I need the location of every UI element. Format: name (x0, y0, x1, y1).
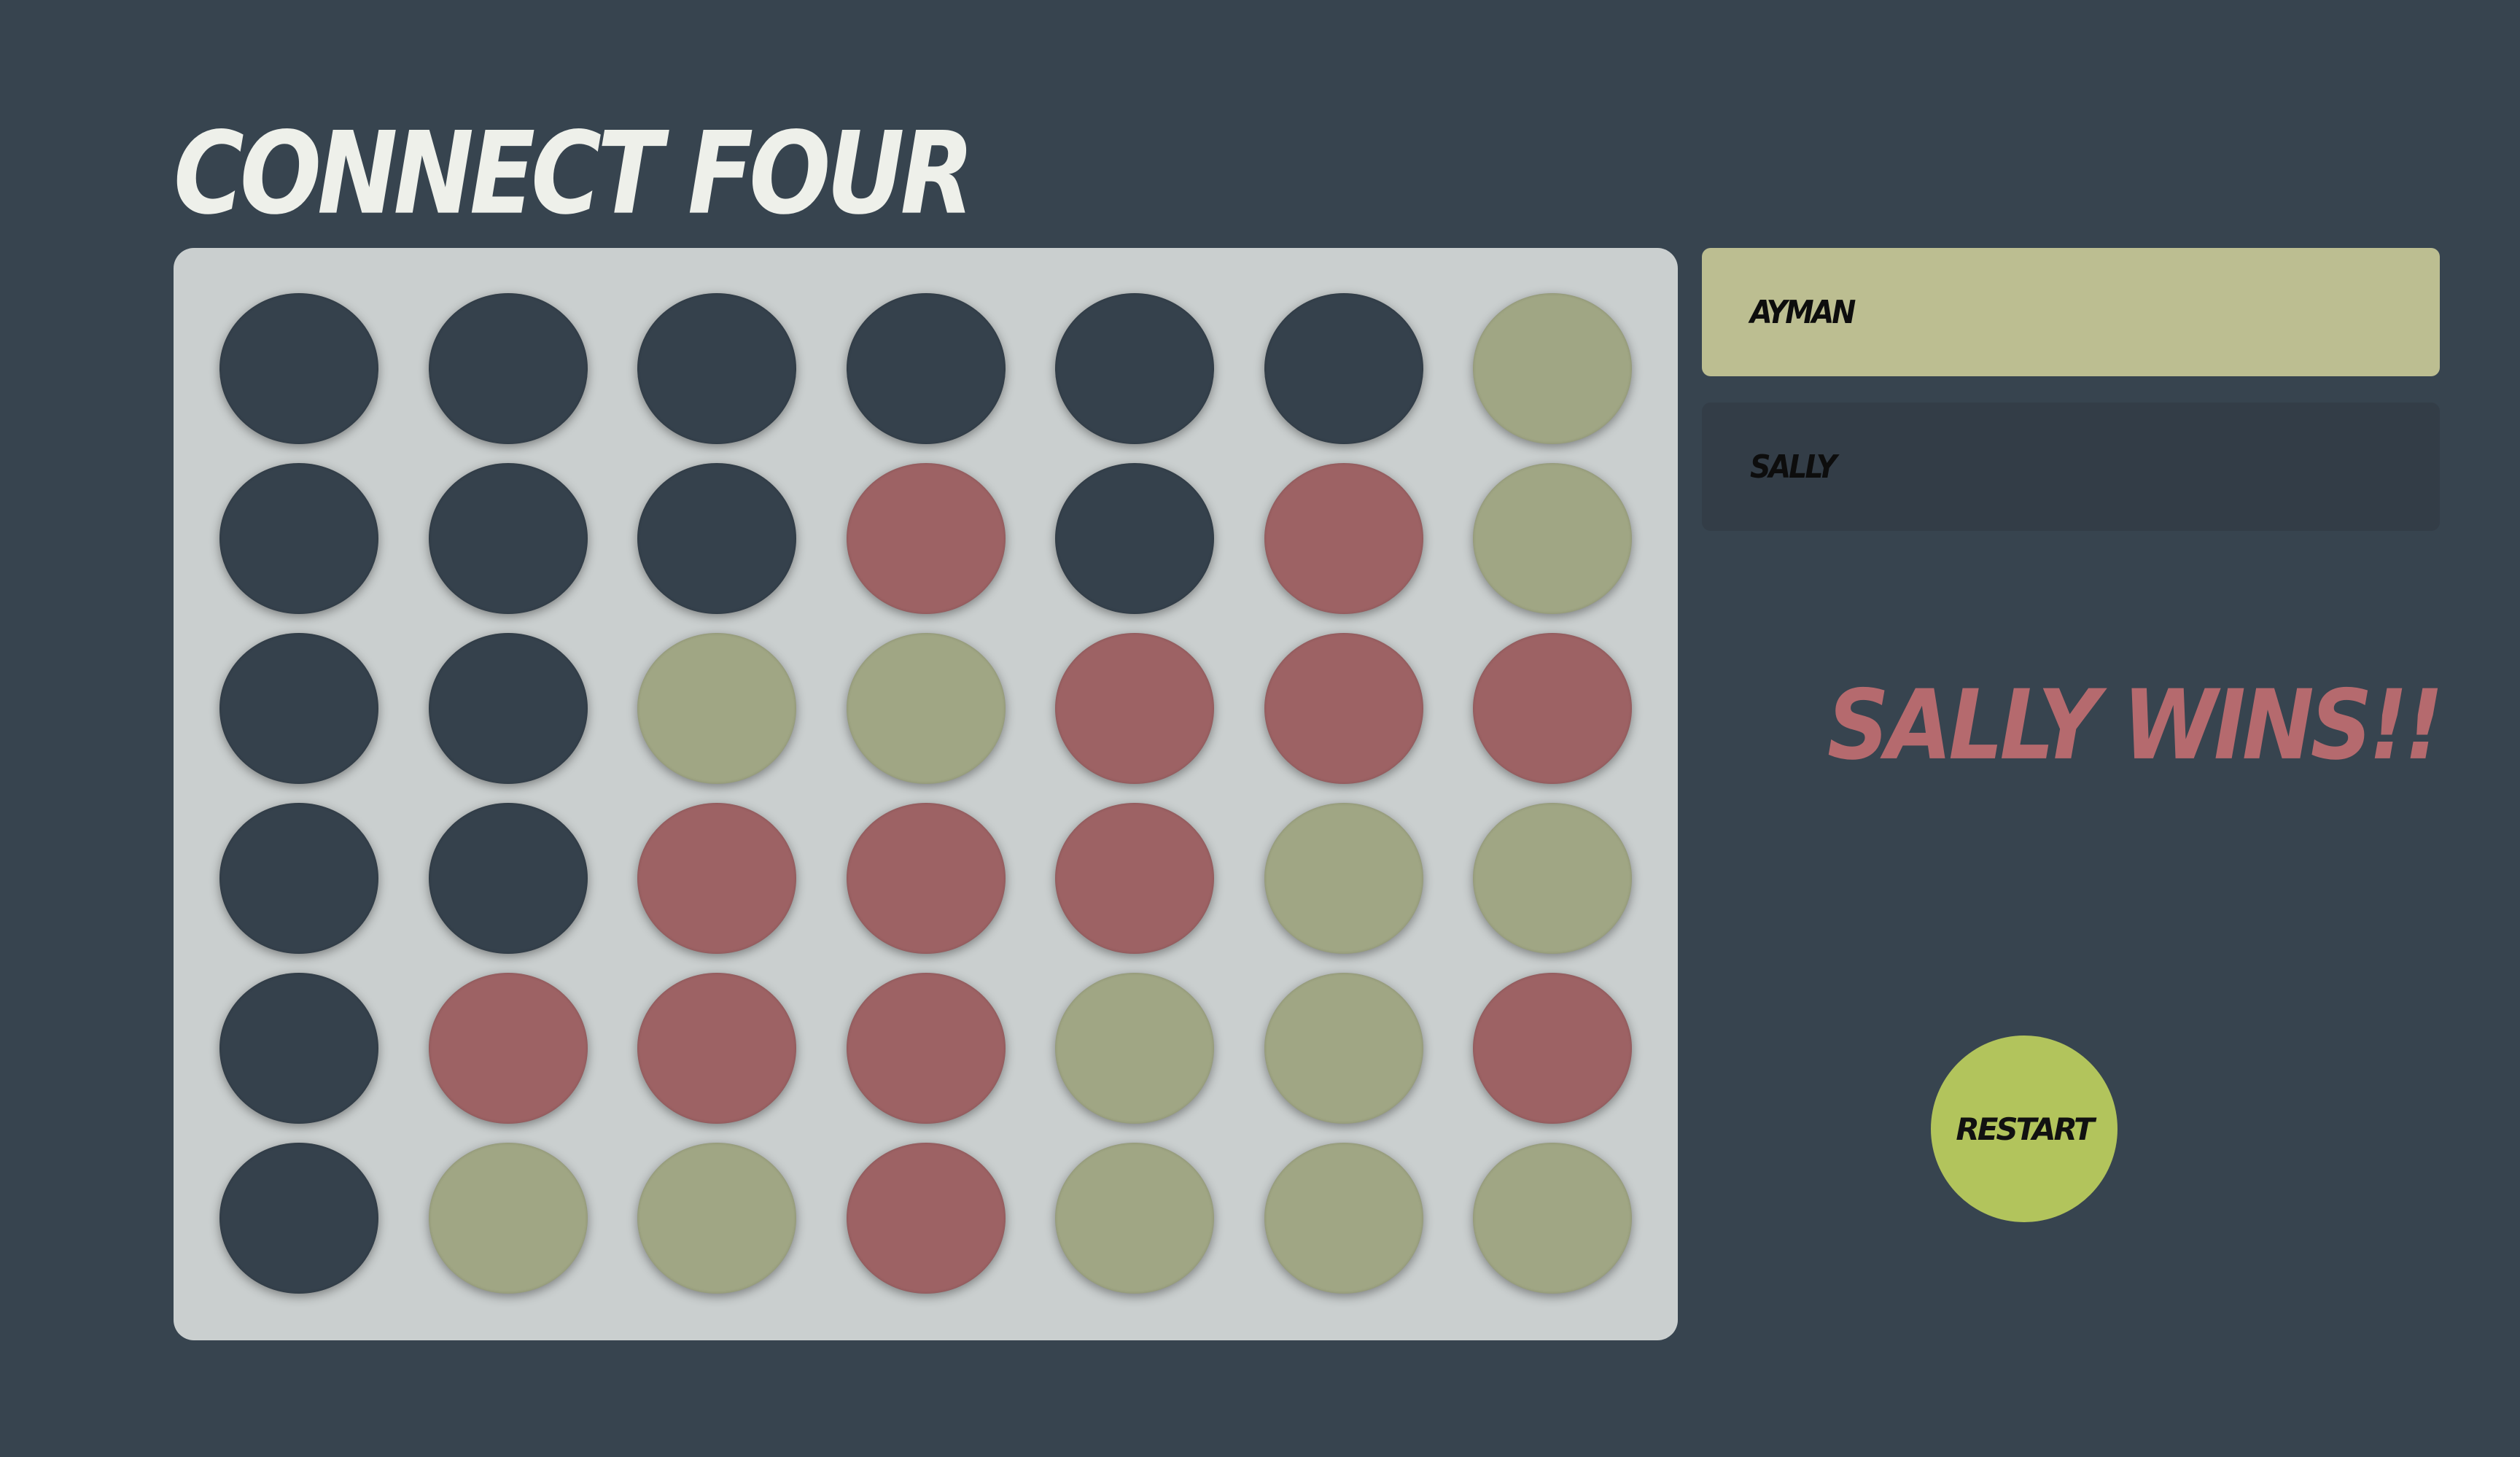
board-slot-olive[interactable] (1264, 803, 1423, 954)
board-slot-red[interactable] (846, 1143, 1006, 1294)
board-slot-olive[interactable] (1264, 1143, 1423, 1294)
board-slot-red[interactable] (1473, 973, 1632, 1124)
board-slot-olive[interactable] (846, 633, 1006, 784)
board-slot-empty[interactable] (637, 293, 796, 444)
restart-button[interactable]: RESTART (1931, 1036, 2118, 1222)
board-slot-olive[interactable] (637, 633, 796, 784)
board-slot-empty[interactable] (1055, 463, 1214, 614)
board-slot-empty[interactable] (219, 803, 378, 954)
board-slot-empty[interactable] (637, 463, 796, 614)
board-slot-empty[interactable] (428, 463, 588, 614)
board-slot-olive[interactable] (1473, 803, 1632, 954)
board-slot-empty[interactable] (219, 463, 378, 614)
board-slot-empty[interactable] (428, 293, 588, 444)
board-slot-olive[interactable] (1473, 463, 1632, 614)
board-slot-olive[interactable] (1473, 293, 1632, 444)
board-slot-empty[interactable] (1055, 293, 1214, 444)
board-slot-olive[interactable] (1264, 973, 1423, 1124)
board-slot-red[interactable] (1055, 633, 1214, 784)
board-slot-empty[interactable] (219, 1143, 378, 1294)
board-slot-red[interactable] (1055, 803, 1214, 954)
board-slot-empty[interactable] (219, 973, 378, 1124)
board-slot-red[interactable] (846, 973, 1006, 1124)
board-slot-red[interactable] (1264, 633, 1423, 784)
page-title: CONNECT FOUR (174, 107, 974, 241)
board-slot-red[interactable] (1264, 463, 1423, 614)
board-slot-empty[interactable] (219, 293, 378, 444)
game-board[interactable] (174, 248, 1678, 1340)
board-slot-red[interactable] (428, 973, 588, 1124)
board-slot-empty[interactable] (846, 293, 1006, 444)
board-slot-olive[interactable] (1055, 1143, 1214, 1294)
board-slot-red[interactable] (637, 803, 796, 954)
player-card-sally: SALLY (1702, 403, 2440, 531)
board-slot-empty[interactable] (219, 633, 378, 784)
player-card-ayman: AYMAN (1702, 248, 2440, 376)
board-slot-red[interactable] (846, 463, 1006, 614)
board-slot-red[interactable] (1473, 633, 1632, 784)
board-slot-red[interactable] (846, 803, 1006, 954)
win-message: SALLY WINS!! (1827, 668, 2443, 782)
player-name: AYMAN (1750, 293, 1856, 331)
board-slot-empty[interactable] (1264, 293, 1423, 444)
board-slot-olive[interactable] (1055, 973, 1214, 1124)
board-slot-olive[interactable] (428, 1143, 588, 1294)
board-slot-olive[interactable] (1473, 1143, 1632, 1294)
board-slot-empty[interactable] (428, 633, 588, 784)
board-slot-empty[interactable] (428, 803, 588, 954)
board-slot-olive[interactable] (637, 1143, 796, 1294)
board-slot-red[interactable] (637, 973, 796, 1124)
player-name: SALLY (1750, 448, 1837, 486)
